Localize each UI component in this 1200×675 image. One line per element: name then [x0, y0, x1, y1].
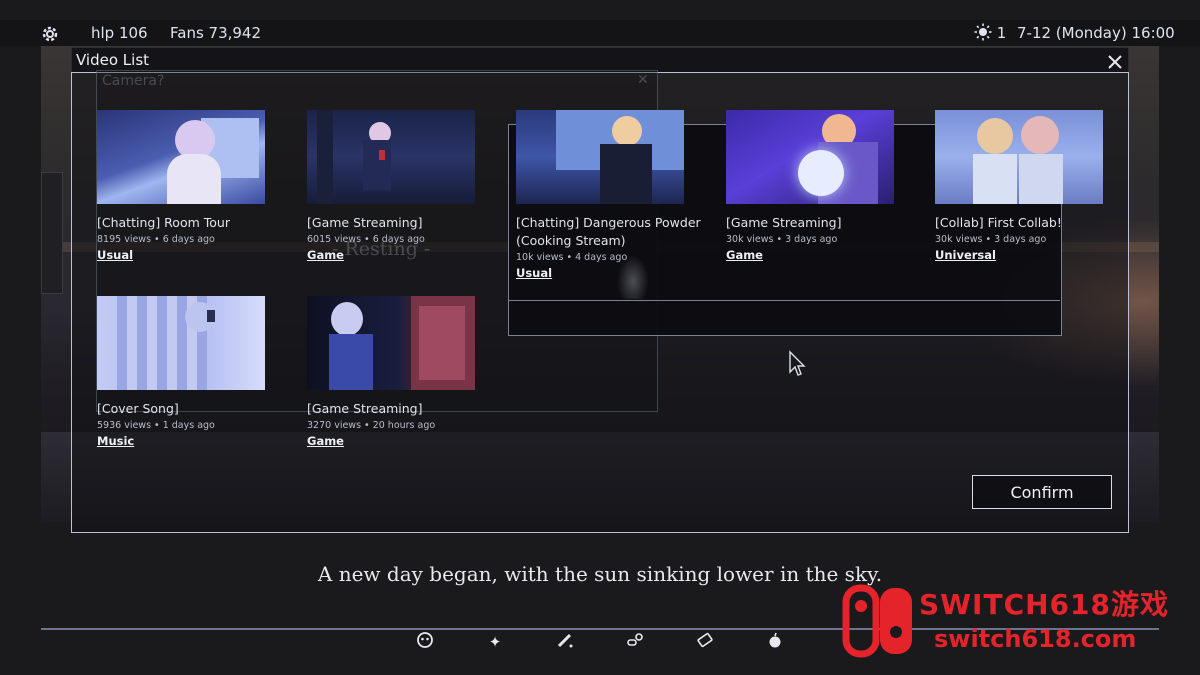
- video-thumbnail: [97, 296, 265, 390]
- upload-age: 20 hours ago: [372, 420, 436, 431]
- view-count: 6015 views: [307, 234, 362, 245]
- settings-button[interactable]: [40, 22, 60, 44]
- video-meta: 30k views • 3 days ago: [935, 234, 1047, 245]
- pills-icon[interactable]: [624, 631, 646, 653]
- video-category[interactable]: Game: [307, 247, 344, 263]
- video-title: [Game Streaming]: [726, 215, 842, 230]
- video-category[interactable]: Usual: [97, 247, 133, 263]
- weather-indicator: 1: [974, 22, 1006, 44]
- mouse-cursor-icon: [789, 350, 806, 376]
- video-category[interactable]: Universal: [935, 247, 996, 263]
- date-time: 7-12 (Monday) 16:00: [1017, 24, 1175, 42]
- pills-icon-glyph: [627, 633, 643, 646]
- confirm-button[interactable]: Confirm: [972, 475, 1112, 509]
- sparkle-icon[interactable]: ✦: [484, 631, 506, 653]
- view-count: 8195 views: [97, 234, 152, 245]
- apple-icon-glyph: [769, 632, 781, 648]
- gear-icon: [42, 26, 58, 41]
- video-thumbnail: [935, 110, 1103, 204]
- video-thumbnail: [307, 110, 475, 204]
- view-count: 30k views: [935, 234, 983, 245]
- video-thumbnail: [726, 110, 894, 204]
- video-thumbnail: [97, 110, 265, 204]
- video-title: [Chatting] Dangerous Powder (Cooking Str…: [516, 215, 701, 248]
- video-title: [Cover Song]: [97, 401, 179, 416]
- window-title: Video List: [76, 51, 150, 69]
- upload-age: 1 days ago: [162, 420, 215, 431]
- upload-age: 3 days ago: [994, 234, 1047, 245]
- video-meta: 6015 views • 6 days ago: [307, 234, 425, 245]
- video-card[interactable]: [Game Streaming] 30k views • 3 days ago …: [726, 110, 916, 270]
- pen-icon-glyph: [557, 633, 573, 648]
- switch-logo: [842, 584, 916, 662]
- video-meta: 8195 views • 6 days ago: [97, 234, 215, 245]
- apple-icon[interactable]: [764, 631, 786, 653]
- video-meta: 30k views • 3 days ago: [726, 234, 838, 245]
- face-icon-glyph: [417, 632, 433, 648]
- video-title: [Collab] First Collab!: [935, 215, 1062, 230]
- fans-stat: Fans 73,942: [170, 24, 262, 42]
- watermark-url: switch618.com: [934, 625, 1137, 653]
- popup-divider: [509, 300, 1060, 301]
- video-meta: 5936 views • 1 days ago: [97, 420, 215, 431]
- face-icon[interactable]: [414, 631, 436, 653]
- close-icon: [1108, 54, 1122, 69]
- video-title: [Chatting] Room Tour: [97, 215, 230, 230]
- shelf: [41, 172, 63, 294]
- camera-dialog-close-icon: ✕: [637, 72, 649, 88]
- video-category[interactable]: Game: [307, 433, 344, 449]
- ticket-icon-glyph: [697, 632, 713, 648]
- view-count: 10k views: [516, 252, 564, 263]
- video-thumbnail: [516, 110, 684, 204]
- upload-age: 3 days ago: [785, 234, 838, 245]
- video-card[interactable]: [Collab] First Collab! 30k views • 3 day…: [935, 110, 1125, 270]
- video-category[interactable]: Music: [97, 433, 134, 449]
- hp-stat: hlp 106: [91, 24, 148, 42]
- video-card[interactable]: [Game Streaming] 3270 views • 20 hours a…: [307, 296, 497, 456]
- video-category[interactable]: Game: [726, 247, 763, 263]
- view-count: 30k views: [726, 234, 774, 245]
- camera-dialog-title: Camera?: [102, 73, 165, 89]
- upload-age: 6 days ago: [162, 234, 215, 245]
- pen-icon[interactable]: [554, 631, 576, 653]
- video-title: [Game Streaming]: [307, 401, 423, 416]
- view-count: 3270 views: [307, 420, 362, 431]
- video-card[interactable]: [Game Streaming] 6015 views • 6 days ago…: [307, 110, 497, 270]
- view-count: 5936 views: [97, 420, 152, 431]
- weather-value: 1: [996, 24, 1007, 42]
- video-meta: 3270 views • 20 hours ago: [307, 420, 436, 431]
- video-card[interactable]: [Cover Song] 5936 views • 1 days ago Mus…: [97, 296, 287, 456]
- sun-icon: [974, 23, 992, 41]
- video-card[interactable]: [Chatting] Dangerous Powder (Cooking Str…: [516, 110, 706, 290]
- video-title: [Game Streaming]: [307, 215, 423, 230]
- upload-age: 6 days ago: [372, 234, 425, 245]
- switch-logo-icon: [842, 584, 912, 658]
- ticket-icon[interactable]: [694, 631, 716, 653]
- narration-text: A new day began, with the sun sinking lo…: [317, 562, 883, 586]
- close-button[interactable]: [1103, 49, 1127, 71]
- video-category[interactable]: Usual: [516, 265, 552, 281]
- video-card[interactable]: [Chatting] Room Tour 8195 views • 6 days…: [97, 110, 287, 270]
- upload-age: 4 days ago: [575, 252, 628, 263]
- video-meta: 10k views • 4 days ago: [516, 252, 628, 263]
- video-thumbnail: [307, 296, 475, 390]
- watermark-title: SWITCH618游戏: [919, 588, 1169, 621]
